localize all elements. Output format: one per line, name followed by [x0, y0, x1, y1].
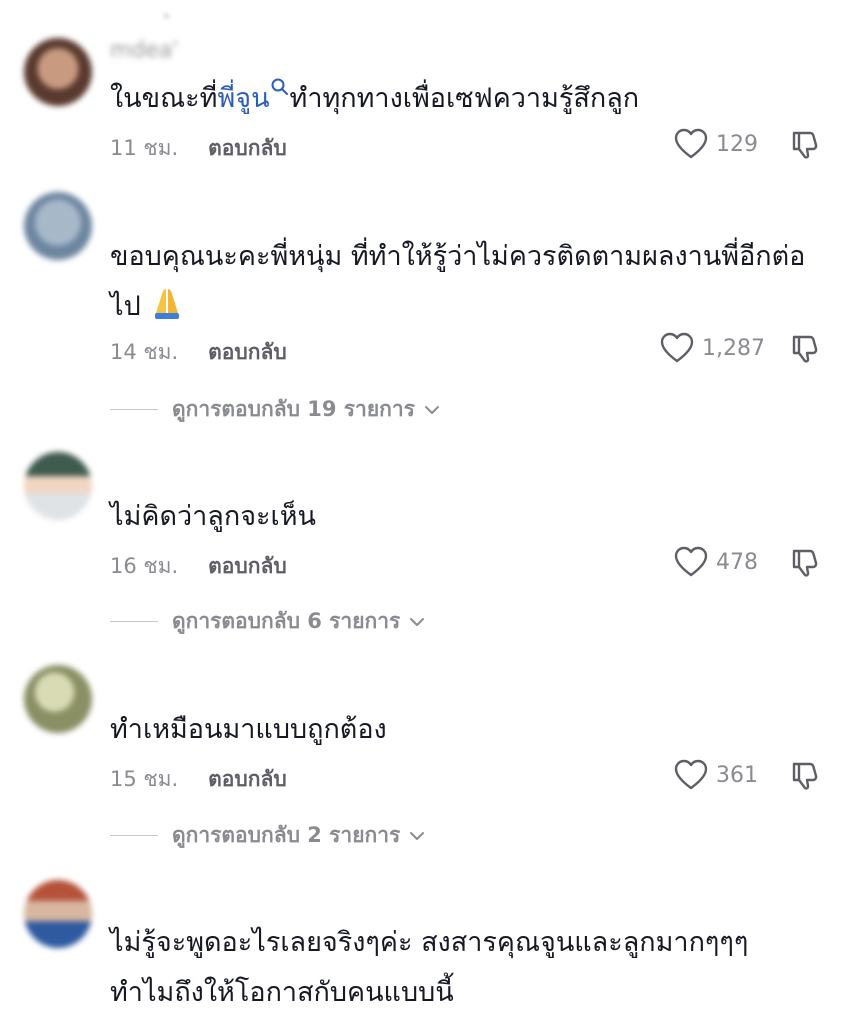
dislike-icon[interactable]: [790, 759, 822, 791]
view-replies-button[interactable]: ดูการตอบกลับ 19 รายการ: [110, 393, 441, 426]
avatar[interactable]: [24, 665, 92, 733]
comment-meta: 11 ชม. ตอบกลับ: [110, 132, 287, 165]
chevron-down-icon[interactable]: [408, 827, 426, 845]
comment-text: ในขณะที่พี่จูน ทำทุกทางเพื่อเซฟความรู้สึก…: [110, 74, 830, 124]
mention-link[interactable]: พี่จูน: [217, 83, 269, 114]
dislike-icon[interactable]: [790, 546, 822, 578]
avatar[interactable]: [24, 880, 92, 948]
comment-meta: 16 ชม. ตอบกลับ: [110, 550, 287, 583]
reply-button[interactable]: ตอบกลับ: [208, 554, 287, 578]
reply-button[interactable]: ตอบกลับ: [208, 340, 287, 364]
comment-time: 16 ชม.: [110, 554, 179, 578]
like-group[interactable]: 1,287: [660, 332, 765, 364]
heart-icon[interactable]: [674, 546, 708, 578]
comment-meta: 15 ชม. ตอบกลับ: [110, 763, 287, 796]
comment-time: 15 ชม.: [110, 767, 179, 791]
comment-text: ทำเหมือนมาแบบถูกต้อง: [110, 714, 387, 745]
like-group[interactable]: 129: [674, 128, 758, 160]
comment-text: ขอบคุณนะคะพี่หนุ่ม ที่ทำให้รู้ว่าไม่ควรต…: [110, 232, 830, 332]
dislike-icon[interactable]: [790, 128, 822, 160]
comment-text-before: ในขณะที่: [110, 83, 218, 114]
avatar[interactable]: [24, 38, 92, 106]
chevron-down-icon[interactable]: [423, 401, 441, 419]
comment-text-line: ขอบคุณนะคะพี่หนุ่ม ที่ทำให้รู้ว่าไม่ควรต…: [110, 241, 806, 272]
view-replies-button[interactable]: ดูการตอบกลับ 2 รายการ: [110, 819, 426, 852]
folded-hands-emoji: [154, 289, 179, 319]
like-group[interactable]: 478: [674, 546, 758, 578]
like-count: 361: [716, 762, 758, 788]
avatar[interactable]: [24, 192, 92, 260]
chevron-down-icon[interactable]: [408, 613, 426, 631]
comment-text-line: ไม่รู้จะพูดอะไรเลยจริงๆค่ะ สงสารคุณจูนแล…: [110, 927, 749, 958]
dislike-icon[interactable]: [790, 332, 822, 364]
view-replies-label[interactable]: ดูการตอบกลับ 19 รายการ: [172, 393, 415, 426]
heart-icon[interactable]: [660, 332, 694, 364]
comment-username[interactable]: mdea': [110, 38, 178, 63]
like-group[interactable]: 361: [674, 759, 758, 791]
avatar[interactable]: [24, 452, 92, 520]
heart-icon[interactable]: [674, 128, 708, 160]
view-replies-label[interactable]: ดูการตอบกลับ 6 รายการ: [172, 605, 400, 638]
comment-text: ไม่คิดว่าลูกจะเห็น: [110, 501, 316, 532]
comment-time: 11 ชม.: [110, 136, 179, 160]
view-replies-button[interactable]: ดูการตอบกลับ 6 รายการ: [110, 605, 426, 638]
reply-button[interactable]: ตอบกลับ: [208, 136, 287, 160]
divider: [110, 835, 158, 836]
like-count: 478: [716, 549, 758, 575]
comment-text-line: ทำไมถึงให้โอกาสกับคนแบบนี้: [110, 977, 454, 1008]
divider: [110, 409, 158, 410]
comment-text: ไม่รู้จะพูดอะไรเลยจริงๆค่ะ สงสารคุณจูนแล…: [110, 918, 830, 1018]
reply-button[interactable]: ตอบกลับ: [208, 767, 287, 791]
comment-meta: 14 ชม. ตอบกลับ: [110, 336, 287, 369]
comment-time: 14 ชม.: [110, 340, 179, 364]
like-count: 1,287: [702, 335, 765, 361]
view-replies-label[interactable]: ดูการตอบกลับ 2 รายการ: [172, 819, 400, 852]
search-icon[interactable]: [270, 77, 290, 97]
comment-text-after: ทำทุกทางเพื่อเซฟความรู้สึกลูก: [289, 83, 640, 114]
like-count: 129: [716, 131, 758, 157]
divider: [110, 621, 158, 622]
comment-text-line: ไป: [110, 282, 830, 332]
heart-icon[interactable]: [674, 759, 708, 791]
